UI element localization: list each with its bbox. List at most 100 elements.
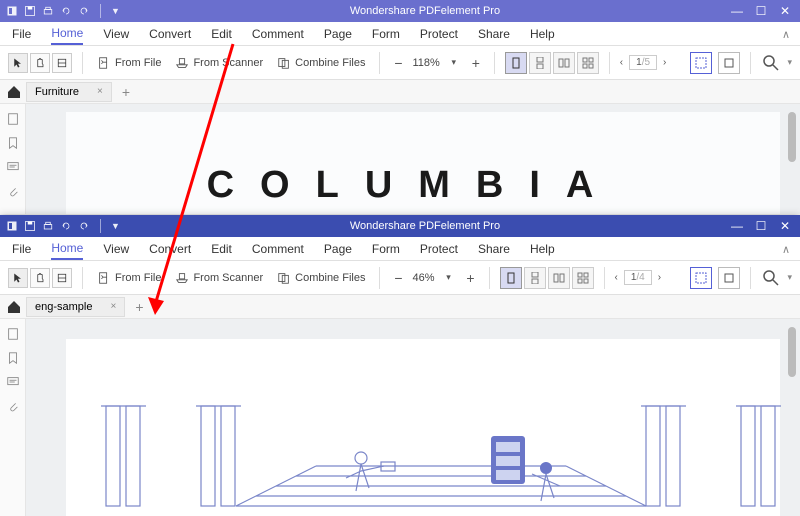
new-tab-button[interactable]: + (129, 299, 149, 315)
zoom-dropdown-icon[interactable]: ▾ (441, 272, 457, 283)
undo-icon[interactable] (60, 5, 72, 17)
zoom-in-button[interactable]: + (468, 55, 484, 71)
close-window-button[interactable]: ✕ (778, 4, 792, 18)
menu-edit[interactable]: Edit (211, 242, 232, 256)
menu-form[interactable]: Form (372, 27, 400, 41)
page-next-button[interactable]: › (658, 272, 661, 283)
undo-icon[interactable] (60, 220, 72, 232)
read-mode-icon[interactable] (718, 267, 740, 289)
menu-page[interactable]: Page (324, 242, 352, 256)
combine-files-button[interactable]: Combine Files (273, 268, 369, 288)
maximize-button[interactable]: ☐ (754, 219, 768, 233)
zoom-dropdown-icon[interactable]: ▾ (446, 57, 462, 68)
zoom-out-button[interactable]: − (390, 270, 406, 286)
menu-page[interactable]: Page (324, 27, 352, 41)
combine-files-button[interactable]: Combine Files (273, 53, 369, 73)
view-two-page-icon[interactable] (548, 267, 570, 289)
attachment-panel-icon[interactable] (6, 399, 20, 413)
menu-convert[interactable]: Convert (149, 27, 191, 41)
document-tab[interactable]: Furniture × (26, 82, 112, 102)
collapse-ribbon-icon[interactable]: ∧ (782, 243, 790, 256)
select-tool-icon[interactable] (8, 268, 28, 288)
menu-convert[interactable]: Convert (149, 242, 191, 256)
view-single-page-icon[interactable] (505, 52, 527, 74)
select-tool-icon[interactable] (8, 53, 28, 73)
menu-help[interactable]: Help (530, 242, 555, 256)
menu-comment[interactable]: Comment (252, 242, 304, 256)
titlebar-more-icon[interactable]: ▼ (111, 221, 120, 231)
menu-view[interactable]: View (103, 27, 129, 41)
hand-tool-icon[interactable] (30, 268, 50, 288)
page-next-button[interactable]: › (663, 57, 666, 68)
redo-icon[interactable] (78, 5, 90, 17)
view-continuous-icon[interactable] (524, 267, 546, 289)
zoom-in-button[interactable]: + (463, 270, 479, 286)
zoom-level[interactable]: 46% (412, 272, 434, 284)
menu-view[interactable]: View (103, 242, 129, 256)
new-tab-button[interactable]: + (116, 84, 136, 100)
redo-icon[interactable] (78, 220, 90, 232)
minimize-button[interactable]: — (730, 219, 744, 233)
tab-close-icon[interactable]: × (97, 86, 103, 97)
save-icon[interactable] (24, 220, 36, 232)
scrollbar[interactable] (788, 112, 796, 162)
menu-form[interactable]: Form (372, 242, 400, 256)
search-icon[interactable] (761, 53, 781, 73)
document-viewport[interactable]: COLUMBIA (26, 104, 800, 214)
menu-help[interactable]: Help (530, 27, 555, 41)
screenshot-tool-icon[interactable] (690, 52, 712, 74)
menu-protect[interactable]: Protect (420, 27, 458, 41)
tab-close-icon[interactable]: × (110, 301, 116, 312)
from-scanner-button[interactable]: From Scanner (171, 53, 267, 73)
thumbnail-panel-icon[interactable] (6, 112, 20, 126)
read-mode-icon[interactable] (718, 52, 740, 74)
maximize-button[interactable]: ☐ (754, 4, 768, 18)
titlebar-more-icon[interactable]: ▼ (111, 6, 120, 16)
view-continuous-icon[interactable] (529, 52, 551, 74)
from-file-button[interactable]: From File (93, 268, 165, 288)
zoom-out-button[interactable]: − (390, 55, 406, 71)
bookmark-panel-icon[interactable] (6, 136, 20, 150)
bookmark-panel-icon[interactable] (6, 351, 20, 365)
hand-tool-icon[interactable] (30, 53, 50, 73)
menu-home[interactable]: Home (51, 26, 83, 45)
view-two-continuous-icon[interactable] (572, 267, 594, 289)
close-window-button[interactable]: ✕ (778, 219, 792, 233)
comments-panel-icon[interactable] (6, 160, 20, 174)
menu-share[interactable]: Share (478, 27, 510, 41)
search-dropdown-icon[interactable]: ▾ (787, 272, 792, 283)
page-prev-button[interactable]: ‹ (620, 57, 623, 68)
collapse-ribbon-icon[interactable]: ∧ (782, 28, 790, 41)
tab-home-icon[interactable] (6, 299, 22, 315)
attachment-panel-icon[interactable] (6, 184, 20, 198)
print-icon[interactable] (42, 220, 54, 232)
from-file-button[interactable]: From File (93, 53, 165, 73)
zoom-level[interactable]: 118% (412, 57, 439, 69)
document-viewport[interactable] (26, 319, 800, 516)
search-icon[interactable] (761, 268, 781, 288)
menu-home[interactable]: Home (51, 241, 83, 260)
view-single-page-icon[interactable] (500, 267, 522, 289)
minimize-button[interactable]: — (730, 4, 744, 18)
menu-file[interactable]: File (12, 27, 31, 41)
scrollbar[interactable] (788, 327, 796, 377)
comments-panel-icon[interactable] (6, 375, 20, 389)
document-tab[interactable]: eng-sample × (26, 297, 125, 317)
print-icon[interactable] (42, 5, 54, 17)
view-two-page-icon[interactable] (553, 52, 575, 74)
menu-edit[interactable]: Edit (211, 27, 232, 41)
edit-tool-icon[interactable] (52, 53, 72, 73)
menu-protect[interactable]: Protect (420, 242, 458, 256)
page-prev-button[interactable]: ‹ (615, 272, 618, 283)
thumbnail-panel-icon[interactable] (6, 327, 20, 341)
from-scanner-button[interactable]: From Scanner (171, 268, 267, 288)
menu-share[interactable]: Share (478, 242, 510, 256)
view-two-continuous-icon[interactable] (577, 52, 599, 74)
menu-comment[interactable]: Comment (252, 27, 304, 41)
screenshot-tool-icon[interactable] (690, 267, 712, 289)
search-dropdown-icon[interactable]: ▾ (787, 57, 792, 68)
edit-tool-icon[interactable] (52, 268, 72, 288)
menu-file[interactable]: File (12, 242, 31, 256)
save-icon[interactable] (24, 5, 36, 17)
tab-home-icon[interactable] (6, 84, 22, 100)
